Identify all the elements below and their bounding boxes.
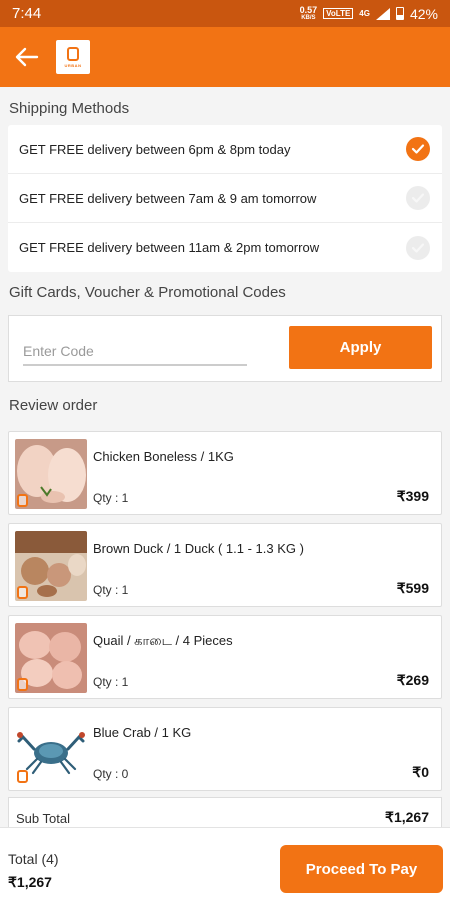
order-item[interactable]: Chicken Boneless / 1KG Qty : 1 ₹399 [8, 431, 442, 515]
network-speed-value: 0.57 [299, 4, 318, 15]
item-price: ₹0 [412, 764, 429, 780]
item-quantity: Qty : 1 [93, 675, 129, 689]
item-quantity: Qty : 1 [93, 491, 129, 505]
shipping-option[interactable]: GET FREE delivery between 7am & 9 am tom… [8, 174, 442, 223]
item-name: Chicken Boneless / 1KG [93, 449, 234, 464]
item-name: Blue Crab / 1 KG [93, 725, 192, 740]
network-speed: 0.57 KB/S [299, 4, 318, 22]
status-icons: 0.57 KB/S VoLTE 4G 42% [299, 4, 438, 22]
shipping-option-label: GET FREE delivery between 11am & 2pm tom… [19, 240, 320, 255]
network-type: 4G [359, 9, 370, 18]
checkout-footer: Total (4) ₹1,267 Proceed To Pay [0, 827, 450, 900]
shipping-options-list: GET FREE delivery between 6pm & 8pm toda… [8, 125, 442, 272]
status-time: 7:44 [12, 5, 42, 22]
brand-logo[interactable]: URBAN [56, 40, 90, 74]
brand-badge-icon [17, 678, 28, 691]
battery-level: 42% [409, 5, 438, 22]
arrow-left-icon[interactable] [14, 44, 40, 70]
item-quantity: Qty : 1 [93, 583, 129, 597]
checkout-content[interactable]: Shipping Methods GET FREE delivery betwe… [0, 87, 450, 827]
network-speed-unit: KB/S [301, 14, 316, 21]
shipping-option-label: GET FREE delivery between 7am & 9 am tom… [19, 190, 317, 206]
subtotal-label: Sub Total [16, 811, 70, 826]
brand-badge-icon [17, 770, 28, 783]
total-value: ₹1,267 [8, 874, 52, 890]
promo-code-input[interactable] [23, 338, 247, 366]
item-price: ₹269 [396, 672, 429, 688]
promo-code-box: Apply [8, 315, 442, 382]
item-quantity: Qty : 0 [93, 767, 129, 781]
logo-mark [67, 46, 79, 61]
review-order-title: Review order [9, 397, 98, 414]
radio-checked-icon[interactable] [406, 137, 430, 161]
order-item[interactable]: Blue Crab / 1 KG Qty : 0 ₹0 [8, 707, 442, 791]
apply-button[interactable]: Apply [289, 326, 432, 369]
item-price: ₹599 [396, 580, 429, 596]
shipping-option[interactable]: GET FREE delivery between 6pm & 8pm toda… [8, 125, 442, 174]
item-thumbnail [15, 531, 87, 601]
shipping-option[interactable]: GET FREE delivery between 11am & 2pm tom… [8, 223, 442, 272]
subtotal-value: ₹1,267 [385, 809, 429, 825]
item-name: Brown Duck / 1 Duck ( 1.1 - 1.3 KG ) [93, 541, 304, 556]
shipping-methods-title: Shipping Methods [9, 100, 130, 117]
item-thumbnail [15, 623, 87, 693]
total-label: Total (4) [8, 851, 59, 867]
promo-codes-title: Gift Cards, Voucher & Promotional Codes [9, 284, 286, 301]
subtotal-row: Sub Total ₹1,267 [8, 797, 442, 827]
signal-icon [375, 7, 390, 20]
order-item[interactable]: Quail / காடை / 4 Pieces Qty : 1 ₹269 [8, 615, 442, 699]
radio-unchecked-icon[interactable] [406, 235, 430, 260]
battery-icon [395, 7, 404, 20]
item-name: Quail / காடை / 4 Pieces [93, 633, 233, 648]
item-thumbnail [15, 715, 87, 785]
order-item[interactable]: Brown Duck / 1 Duck ( 1.1 - 1.3 KG ) Qty… [8, 523, 442, 607]
item-thumbnail [15, 439, 87, 509]
app-bar: URBAN [0, 27, 450, 87]
volte-badge: VoLTE [323, 8, 354, 19]
logo-wordmark: URBAN [64, 62, 82, 68]
proceed-to-pay-button[interactable]: Proceed To Pay [280, 845, 443, 893]
radio-unchecked-icon[interactable] [406, 186, 430, 210]
shipping-option-label: GET FREE delivery between 6pm & 8pm toda… [19, 141, 291, 157]
brand-badge-icon [17, 586, 28, 599]
brand-badge-icon [17, 494, 28, 507]
status-bar: 7:44 0.57 KB/S VoLTE 4G 42% [0, 0, 450, 27]
item-price: ₹399 [396, 488, 429, 504]
